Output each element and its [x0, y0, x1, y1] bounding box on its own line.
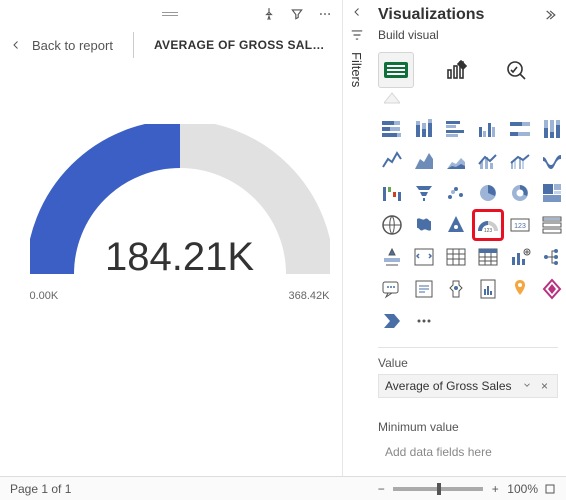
- collapse-panel-icon[interactable]: [540, 6, 558, 24]
- viz-type-qa[interactable]: [378, 275, 406, 303]
- viz-type-donut[interactable]: [506, 179, 534, 207]
- divider: [133, 32, 134, 58]
- breadcrumb: Back to report AVERAGE OF GROSS SAL…: [0, 26, 359, 64]
- zoom-slider[interactable]: [393, 487, 483, 491]
- chevron-left-icon: [351, 6, 363, 18]
- gauge-min-label: 0.00K: [30, 290, 59, 302]
- viz-type-100-stacked-column[interactable]: [538, 115, 566, 143]
- viz-type-key-influencers[interactable]: [442, 275, 470, 303]
- report-canvas: Back to report AVERAGE OF GROSS SAL… 184…: [0, 0, 360, 500]
- panel-subtitle: Build visual: [378, 28, 558, 42]
- visual-top-toolbar: [0, 0, 340, 28]
- viz-type-power-automate[interactable]: [378, 307, 406, 335]
- viz-type-matrix[interactable]: [474, 243, 502, 271]
- viz-type-waterfall[interactable]: [378, 179, 406, 207]
- chevron-down-icon[interactable]: [519, 379, 535, 393]
- filter-icon[interactable]: [288, 5, 306, 23]
- filters-label: Filters: [349, 52, 364, 87]
- back-to-report-button[interactable]: Back to report: [10, 38, 113, 53]
- zoom-fit-icon[interactable]: [544, 483, 556, 495]
- gauge-visual[interactable]: 184.21K 0.00K 368.42K: [0, 124, 359, 284]
- more-options-icon[interactable]: [316, 5, 334, 23]
- viz-type-100-stacked-bar[interactable]: [506, 115, 534, 143]
- viz-type-stacked-area[interactable]: [442, 147, 470, 175]
- viz-type-ribbon[interactable]: [538, 147, 566, 175]
- viz-type-line[interactable]: [378, 147, 406, 175]
- panel-tabs: [378, 48, 558, 92]
- visual-type-gallery: 123 123: [378, 115, 558, 335]
- tab-indicator-icon: [384, 92, 400, 104]
- viz-type-gauge[interactable]: 123: [474, 211, 502, 239]
- viz-type-line-stacked-column[interactable]: [474, 147, 502, 175]
- viz-type-stacked-column[interactable]: [410, 115, 438, 143]
- viz-type-clustered-column[interactable]: [474, 115, 502, 143]
- page-indicator: Page 1 of 1: [10, 482, 71, 496]
- viz-type-clustered-bar[interactable]: [442, 115, 470, 143]
- viz-type-arcgis[interactable]: [506, 275, 534, 303]
- min-field-placeholder[interactable]: Add data fields here: [378, 438, 558, 466]
- chevron-left-icon: [10, 39, 22, 51]
- zoom-out-button[interactable]: −: [375, 482, 387, 496]
- viz-type-decomposition-tree[interactable]: [538, 243, 566, 271]
- viz-type-azure-map[interactable]: [442, 211, 470, 239]
- viz-type-funnel[interactable]: [410, 179, 438, 207]
- gauge-value: 184.21K: [30, 235, 330, 280]
- viz-type-line-clustered-column[interactable]: [506, 147, 534, 175]
- viz-type-power-apps[interactable]: [538, 275, 566, 303]
- field-section-value: Value: [378, 347, 558, 370]
- viz-type-scatter[interactable]: [442, 179, 470, 207]
- viz-type-slicer[interactable]: [410, 243, 438, 271]
- viz-type-map[interactable]: [378, 211, 406, 239]
- panel-title: Visualizations: [378, 6, 484, 24]
- viz-type-kpi[interactable]: [378, 243, 406, 271]
- viz-type-table[interactable]: [442, 243, 470, 271]
- remove-field-button[interactable]: ×: [538, 379, 551, 393]
- viz-type-smart-narrative[interactable]: [410, 275, 438, 303]
- drag-grip-icon[interactable]: [162, 12, 178, 16]
- viz-type-r-visual[interactable]: [506, 243, 534, 271]
- zoom-level: 100%: [507, 482, 538, 496]
- field-section-min: Minimum value: [378, 410, 558, 434]
- filters-icon: [350, 28, 364, 42]
- back-label: Back to report: [32, 38, 113, 53]
- zoom-control[interactable]: − + 100%: [375, 482, 556, 496]
- visual-title: AVERAGE OF GROSS SAL…: [154, 38, 325, 52]
- value-field-name: Average of Gross Sales: [385, 379, 512, 393]
- viz-type-treemap[interactable]: [538, 179, 566, 207]
- viz-type-paginated[interactable]: [474, 275, 502, 303]
- gauge-max-label: 368.42K: [289, 290, 330, 302]
- value-field-well[interactable]: Average of Gross Sales ×: [378, 374, 558, 398]
- tab-build-visual[interactable]: [378, 52, 414, 88]
- viz-type-multi-row-card[interactable]: [538, 211, 566, 239]
- visualizations-panel: Visualizations Build visual 123 123 Value…: [370, 0, 566, 475]
- tab-format-visual[interactable]: [438, 52, 474, 88]
- viz-type-stacked-bar[interactable]: [378, 115, 406, 143]
- status-bar: Page 1 of 1 − + 100%: [0, 476, 566, 500]
- tab-analytics[interactable]: [498, 52, 534, 88]
- svg-text:123: 123: [514, 223, 526, 230]
- viz-type-filled-map[interactable]: [410, 211, 438, 239]
- svg-text:123: 123: [484, 228, 493, 234]
- pin-icon[interactable]: [260, 5, 278, 23]
- filters-panel-collapsed[interactable]: Filters: [342, 0, 370, 500]
- zoom-in-button[interactable]: +: [489, 482, 501, 496]
- viz-type-area[interactable]: [410, 147, 438, 175]
- viz-type-pie[interactable]: [474, 179, 502, 207]
- viz-type-more[interactable]: [410, 307, 438, 335]
- viz-type-card[interactable]: 123: [506, 211, 534, 239]
